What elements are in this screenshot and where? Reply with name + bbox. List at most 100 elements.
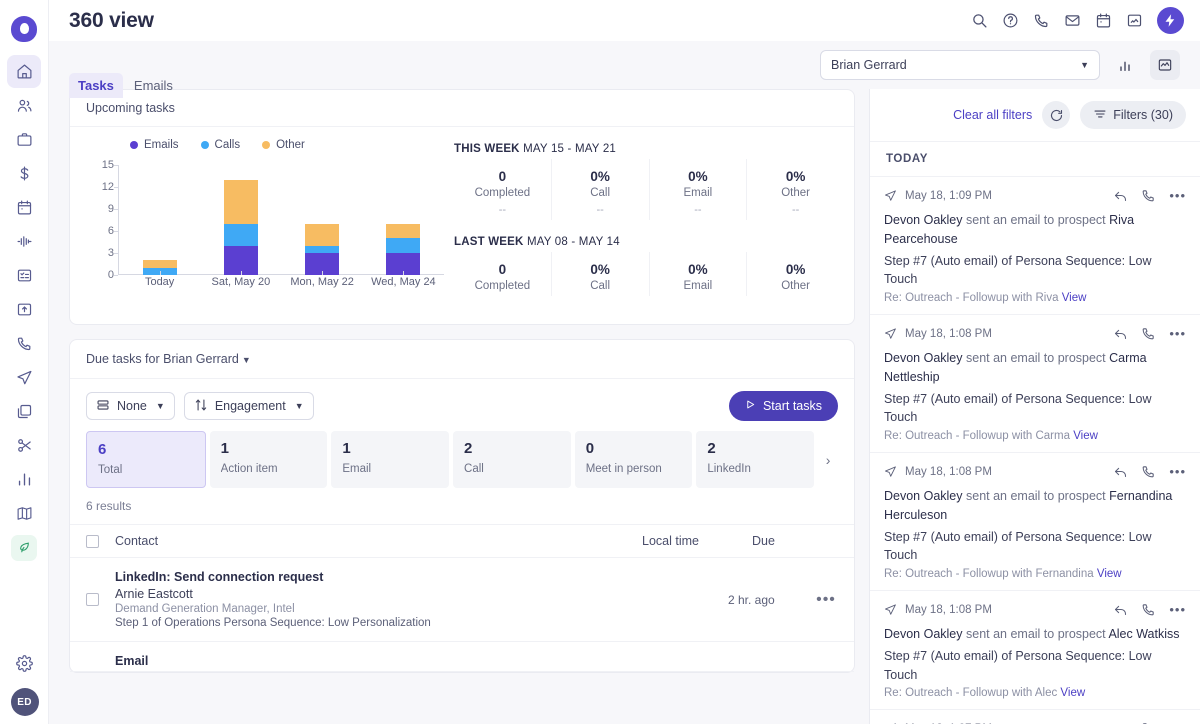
sidebar-item-inbox[interactable] — [7, 293, 41, 326]
stat-label: Call — [554, 187, 647, 199]
chevron-down-icon: ▼ — [156, 401, 165, 411]
settings-button[interactable] — [8, 647, 42, 680]
sidebar-item-people[interactable] — [7, 89, 41, 122]
more-icon[interactable]: ••• — [1169, 464, 1186, 479]
legend-dot-emails — [130, 141, 138, 149]
chart-x-tick-label: Mon, May 22 — [290, 276, 354, 288]
mail-icon[interactable] — [1064, 12, 1081, 29]
view-link[interactable]: View — [1060, 687, 1085, 699]
view-link[interactable]: View — [1073, 430, 1098, 442]
last-week-range: MAY 08 - MAY 14 — [527, 236, 620, 248]
sidebar-item-calendar[interactable] — [7, 191, 41, 224]
calendar-icon[interactable] — [1095, 12, 1112, 29]
sidebar-item-analytics[interactable] — [7, 463, 41, 496]
view-link[interactable]: View — [1062, 292, 1087, 304]
reply-icon[interactable] — [1113, 188, 1128, 203]
activity-actor: Devon Oakley — [884, 627, 963, 641]
sidebar-item-templates[interactable] — [7, 395, 41, 428]
activity-item-header: May 18, 1:09 PM ••• — [884, 188, 1186, 203]
activity-item[interactable]: May 18, 1:08 PM•••Devon Oakley sent an e… — [870, 453, 1200, 591]
kpi-call[interactable]: 2Call — [453, 431, 571, 488]
refresh-button[interactable] — [1042, 101, 1070, 129]
tab-tasks[interactable]: Tasks — [69, 73, 123, 98]
sidebar-item-leaf[interactable] — [7, 531, 41, 564]
sidebar-item-deals[interactable] — [7, 123, 41, 156]
group-by-dropdown[interactable]: None ▼ — [86, 392, 175, 420]
this-week-range: MAY 15 - MAY 21 — [523, 143, 616, 155]
app-logo[interactable] — [11, 8, 37, 49]
chart-bar-segment — [305, 246, 339, 253]
chart-x-axis: TodaySat, May 20Mon, May 22Wed, May 24 — [119, 275, 444, 290]
table-row[interactable]: Email — [70, 642, 854, 672]
chart-x-tick-label: Today — [145, 276, 174, 288]
help-icon[interactable] — [1002, 12, 1019, 29]
chart-bar — [305, 224, 339, 275]
sort-by-label: Engagement — [215, 399, 286, 413]
phone-icon[interactable] — [1141, 326, 1156, 341]
notes-icon[interactable] — [1126, 12, 1143, 29]
more-icon[interactable]: ••• — [1169, 326, 1186, 341]
kpi-linkedin[interactable]: 2LinkedIn — [696, 431, 814, 488]
phone-icon[interactable] — [1141, 464, 1156, 479]
kpi-value: 1 — [221, 440, 317, 457]
week-stats: THIS WEEK MAY 15 - MAY 21 0 Completed -- — [444, 139, 844, 312]
sidebar-item-calls[interactable] — [7, 327, 41, 360]
search-icon[interactable] — [971, 12, 988, 29]
sort-by-dropdown[interactable]: Engagement ▼ — [184, 392, 314, 420]
sidebar-item-playbooks[interactable] — [7, 497, 41, 530]
task-title: Email — [115, 654, 148, 668]
reply-icon[interactable] — [1113, 464, 1128, 479]
kpi-next-button[interactable]: › — [818, 431, 838, 488]
tool-row-right: Brian Gerrard ▼ — [820, 50, 1180, 80]
chart-bar-segment — [143, 260, 177, 267]
activity-description: Devon Oakley sent an email to prospect F… — [884, 487, 1186, 525]
sidebar-item-signals[interactable] — [7, 225, 41, 258]
kpi-email[interactable]: 1Email — [331, 431, 449, 488]
chevron-down-icon: ▼ — [242, 355, 251, 365]
kpi-total[interactable]: 6Total — [86, 431, 206, 488]
activity-timestamp: May 18, 1:08 PM — [905, 328, 992, 340]
user-select[interactable]: Brian Gerrard ▼ — [820, 50, 1100, 80]
chart-view-button[interactable] — [1110, 50, 1140, 80]
select-all-checkbox[interactable] — [86, 535, 99, 548]
user-avatar[interactable]: ED — [11, 688, 39, 716]
start-tasks-label: Start tasks — [763, 399, 822, 413]
activity-item[interactable]: May 18, 1:07 PM•••Devon Oakley sent an e… — [870, 710, 1200, 724]
stat-value: 0% — [652, 169, 745, 184]
sidebar-item-snippets[interactable] — [7, 429, 41, 462]
phone-icon[interactable] — [1033, 12, 1050, 29]
kpi-action-item[interactable]: 1 Action item — [210, 431, 328, 488]
row-more-button[interactable]: ••• — [814, 591, 838, 609]
reply-icon[interactable] — [1113, 326, 1128, 341]
more-icon[interactable]: ••• — [1169, 188, 1186, 203]
due-tasks-header[interactable]: Due tasks for Brian Gerrard▼ — [70, 340, 854, 379]
activity-item[interactable]: May 18, 1:08 PM•••Devon Oakley sent an e… — [870, 315, 1200, 453]
sidebar-item-revenue[interactable] — [7, 157, 41, 190]
quick-actions-button[interactable] — [1157, 7, 1184, 34]
chart-y-axis: 03691215 — [88, 165, 118, 275]
kpi-meet-in-person[interactable]: 0Meet in person — [575, 431, 693, 488]
reply-icon[interactable] — [1113, 602, 1128, 617]
view-link[interactable]: View — [1097, 568, 1122, 580]
stat-completed: 0 Completed -- — [454, 159, 551, 220]
activity-timestamp: May 18, 1:09 PM — [905, 190, 992, 202]
sidebar-item-tasks[interactable] — [7, 259, 41, 292]
activity-panel-header: Clear all filters Filters (30) — [870, 89, 1200, 142]
table-row[interactable]: LinkedIn: Send connection request Arnie … — [70, 558, 854, 642]
sidebar-item-home[interactable] — [7, 55, 41, 88]
row-checkbox[interactable] — [86, 593, 99, 606]
activity-step: Step #7 (Auto email) of Persona Sequence… — [884, 252, 1186, 290]
activity-item[interactable]: May 18, 1:09 PM•••Devon Oakley sent an e… — [870, 177, 1200, 315]
activity-view-button[interactable] — [1150, 50, 1180, 80]
phone-icon[interactable] — [1141, 188, 1156, 203]
phone-icon[interactable] — [1141, 602, 1156, 617]
more-icon[interactable]: ••• — [1169, 602, 1186, 617]
stat-label: Completed — [456, 280, 549, 292]
tab-emails[interactable]: Emails — [125, 73, 182, 98]
kpi-label: Action item — [221, 463, 317, 475]
filters-button[interactable]: Filters (30) — [1080, 101, 1186, 129]
clear-all-filters-link[interactable]: Clear all filters — [953, 108, 1032, 122]
sidebar-item-sequences[interactable] — [7, 361, 41, 394]
start-tasks-button[interactable]: Start tasks — [729, 391, 838, 421]
activity-item[interactable]: May 18, 1:08 PM•••Devon Oakley sent an e… — [870, 591, 1200, 710]
